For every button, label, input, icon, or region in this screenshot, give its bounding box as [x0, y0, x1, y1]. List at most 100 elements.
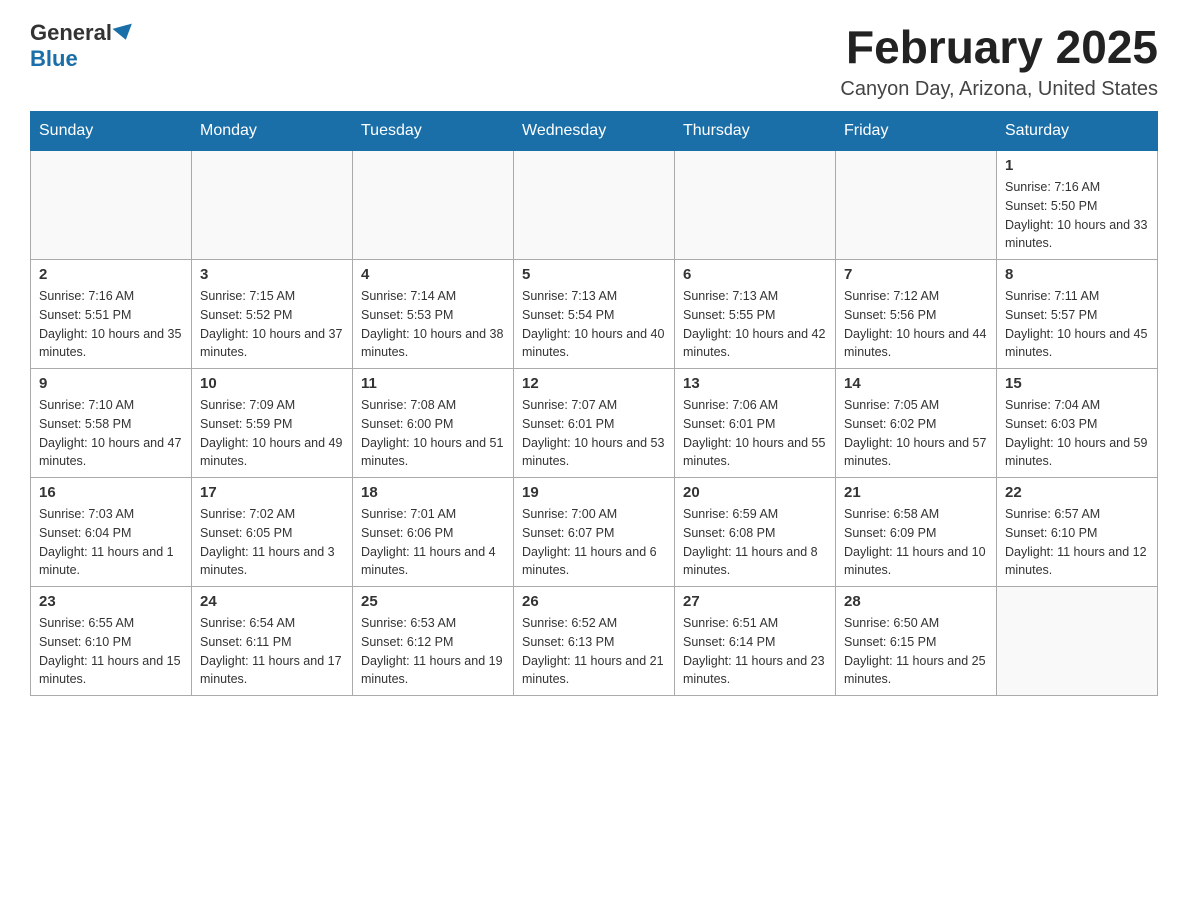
calendar-cell: 14 Sunrise: 7:05 AMSunset: 6:02 PMDayligh… [836, 369, 997, 478]
day-number: 10 [200, 375, 344, 392]
day-number: 24 [200, 593, 344, 610]
calendar-cell: 2 Sunrise: 7:16 AMSunset: 5:51 PMDaylight… [31, 260, 192, 369]
day-number: 8 [1005, 266, 1149, 283]
calendar-cell: 27Sunrise: 6:51 AMSunset: 6:14 PMDayligh… [675, 587, 836, 696]
header-cell-friday: Friday [836, 112, 997, 151]
day-number: 17 [200, 484, 344, 501]
header-row: SundayMondayTuesdayWednesdayThursdayFrid… [31, 112, 1158, 151]
day-number: 23 [39, 593, 183, 610]
day-info: Sunrise: 7:01 AMSunset: 6:06 PMDaylight:… [361, 505, 505, 580]
day-number: 21 [844, 484, 988, 501]
day-info: Sunrise: 7:02 AMSunset: 6:05 PMDaylight:… [200, 505, 344, 580]
header-cell-saturday: Saturday [997, 112, 1158, 151]
calendar-cell: 10 Sunrise: 7:09 AMSunset: 5:59 PMDayligh… [192, 369, 353, 478]
calendar-cell: 4Sunrise: 7:14 AMSunset: 5:53 PMDaylight… [353, 260, 514, 369]
day-info: Sunrise: 7:10 AMSunset: 5:58 PMDaylight:… [39, 396, 183, 471]
week-row-1: 1 Sunrise: 7:16 AMSunset: 5:50 PMDaylight… [31, 151, 1158, 260]
calendar-cell: 26Sunrise: 6:52 AMSunset: 6:13 PMDayligh… [514, 587, 675, 696]
day-info: Sunrise: 7:16 AMSunset: 5:50 PMDaylight:… [1005, 178, 1149, 253]
calendar-cell: 12 Sunrise: 7:07 AMSunset: 6:01 PMDayligh… [514, 369, 675, 478]
day-number: 19 [522, 484, 666, 501]
day-number: 14 [844, 375, 988, 392]
calendar-cell: 25Sunrise: 6:53 AMSunset: 6:12 PMDayligh… [353, 587, 514, 696]
day-info: Sunrise: 6:53 AMSunset: 6:12 PMDaylight:… [361, 614, 505, 689]
day-number: 9 [39, 375, 183, 392]
day-info: Sunrise: 7:08 AMSunset: 6:00 PMDaylight:… [361, 396, 505, 471]
logo-general-text: General [30, 20, 112, 46]
day-info: Sunrise: 7:03 AMSunset: 6:04 PMDaylight:… [39, 505, 183, 580]
calendar-cell: 7Sunrise: 7:12 AMSunset: 5:56 PMDaylight… [836, 260, 997, 369]
day-info: Sunrise: 7:04 AMSunset: 6:03 PMDaylight:… [1005, 396, 1149, 471]
day-info: Sunrise: 6:50 AMSunset: 6:15 PMDaylight:… [844, 614, 988, 689]
header-cell-monday: Monday [192, 112, 353, 151]
day-info: Sunrise: 6:54 AMSunset: 6:11 PMDaylight:… [200, 614, 344, 689]
day-number: 28 [844, 593, 988, 610]
day-number: 3 [200, 266, 344, 283]
day-info: Sunrise: 7:07 AMSunset: 6:01 PMDaylight:… [522, 396, 666, 471]
day-number: 1 [1005, 157, 1149, 174]
day-info: Sunrise: 7:13 AMSunset: 5:55 PMDaylight:… [683, 287, 827, 362]
calendar-cell: 24 Sunrise: 6:54 AMSunset: 6:11 PMDayligh… [192, 587, 353, 696]
day-number: 12 [522, 375, 666, 392]
day-number: 11 [361, 375, 505, 392]
day-info: Sunrise: 7:05 AMSunset: 6:02 PMDaylight:… [844, 396, 988, 471]
day-number: 27 [683, 593, 827, 610]
calendar-cell: 15 Sunrise: 7:04 AMSunset: 6:03 PMDayligh… [997, 369, 1158, 478]
calendar-cell: 9 Sunrise: 7:10 AMSunset: 5:58 PMDaylight… [31, 369, 192, 478]
calendar-cell: 17 Sunrise: 7:02 AMSunset: 6:05 PMDayligh… [192, 478, 353, 587]
day-info: Sunrise: 7:16 AMSunset: 5:51 PMDaylight:… [39, 287, 183, 362]
calendar-cell: 23Sunrise: 6:55 AMSunset: 6:10 PMDayligh… [31, 587, 192, 696]
calendar-cell [675, 151, 836, 260]
logo-blue-text: Blue [30, 46, 78, 71]
calendar-cell: 1 Sunrise: 7:16 AMSunset: 5:50 PMDaylight… [997, 151, 1158, 260]
week-row-5: 23Sunrise: 6:55 AMSunset: 6:10 PMDayligh… [31, 587, 1158, 696]
calendar-cell [997, 587, 1158, 696]
day-info: Sunrise: 7:09 AMSunset: 5:59 PMDaylight:… [200, 396, 344, 471]
day-number: 6 [683, 266, 827, 283]
day-number: 4 [361, 266, 505, 283]
logo: General Blue [30, 20, 136, 72]
calendar-cell: 19 Sunrise: 7:00 AMSunset: 6:07 PMDayligh… [514, 478, 675, 587]
day-number: 5 [522, 266, 666, 283]
week-row-2: 2 Sunrise: 7:16 AMSunset: 5:51 PMDaylight… [31, 260, 1158, 369]
day-info: Sunrise: 7:15 AMSunset: 5:52 PMDaylight:… [200, 287, 344, 362]
calendar-cell: 6 Sunrise: 7:13 AMSunset: 5:55 PMDaylight… [675, 260, 836, 369]
calendar-body: 1 Sunrise: 7:16 AMSunset: 5:50 PMDaylight… [31, 151, 1158, 696]
day-info: Sunrise: 6:59 AMSunset: 6:08 PMDaylight:… [683, 505, 827, 580]
calendar-cell: 8Sunrise: 7:11 AMSunset: 5:57 PMDaylight… [997, 260, 1158, 369]
calendar-table: SundayMondayTuesdayWednesdayThursdayFrid… [30, 111, 1158, 696]
calendar-cell [31, 151, 192, 260]
month-title: February 2025 [840, 20, 1158, 74]
header-cell-thursday: Thursday [675, 112, 836, 151]
calendar-cell: 11 Sunrise: 7:08 AMSunset: 6:00 PMDayligh… [353, 369, 514, 478]
day-info: Sunrise: 6:58 AMSunset: 6:09 PMDaylight:… [844, 505, 988, 580]
header-cell-sunday: Sunday [31, 112, 192, 151]
title-section: February 2025 Canyon Day, Arizona, Unite… [840, 20, 1158, 101]
header-cell-tuesday: Tuesday [353, 112, 514, 151]
calendar-cell: 13Sunrise: 7:06 AMSunset: 6:01 PMDayligh… [675, 369, 836, 478]
day-number: 22 [1005, 484, 1149, 501]
calendar-cell: 18 Sunrise: 7:01 AMSunset: 6:06 PMDayligh… [353, 478, 514, 587]
calendar-cell [353, 151, 514, 260]
day-number: 2 [39, 266, 183, 283]
calendar-cell: 20Sunrise: 6:59 AMSunset: 6:08 PMDayligh… [675, 478, 836, 587]
day-info: Sunrise: 6:57 AMSunset: 6:10 PMDaylight:… [1005, 505, 1149, 580]
location-subtitle: Canyon Day, Arizona, United States [840, 78, 1158, 101]
page-header: General Blue February 2025 Canyon Day, A… [30, 20, 1158, 101]
day-info: Sunrise: 7:12 AMSunset: 5:56 PMDaylight:… [844, 287, 988, 362]
calendar-cell [836, 151, 997, 260]
day-number: 18 [361, 484, 505, 501]
day-number: 15 [1005, 375, 1149, 392]
day-info: Sunrise: 7:13 AMSunset: 5:54 PMDaylight:… [522, 287, 666, 362]
calendar-cell [514, 151, 675, 260]
week-row-4: 16Sunrise: 7:03 AMSunset: 6:04 PMDayligh… [31, 478, 1158, 587]
day-info: Sunrise: 7:00 AMSunset: 6:07 PMDaylight:… [522, 505, 666, 580]
day-info: Sunrise: 7:06 AMSunset: 6:01 PMDaylight:… [683, 396, 827, 471]
calendar-cell [192, 151, 353, 260]
calendar-cell: 16Sunrise: 7:03 AMSunset: 6:04 PMDayligh… [31, 478, 192, 587]
header-cell-wednesday: Wednesday [514, 112, 675, 151]
day-info: Sunrise: 6:52 AMSunset: 6:13 PMDaylight:… [522, 614, 666, 689]
calendar-cell: 21 Sunrise: 6:58 AMSunset: 6:09 PMDayligh… [836, 478, 997, 587]
week-row-3: 9 Sunrise: 7:10 AMSunset: 5:58 PMDaylight… [31, 369, 1158, 478]
calendar-cell: 28 Sunrise: 6:50 AMSunset: 6:15 PMDayligh… [836, 587, 997, 696]
